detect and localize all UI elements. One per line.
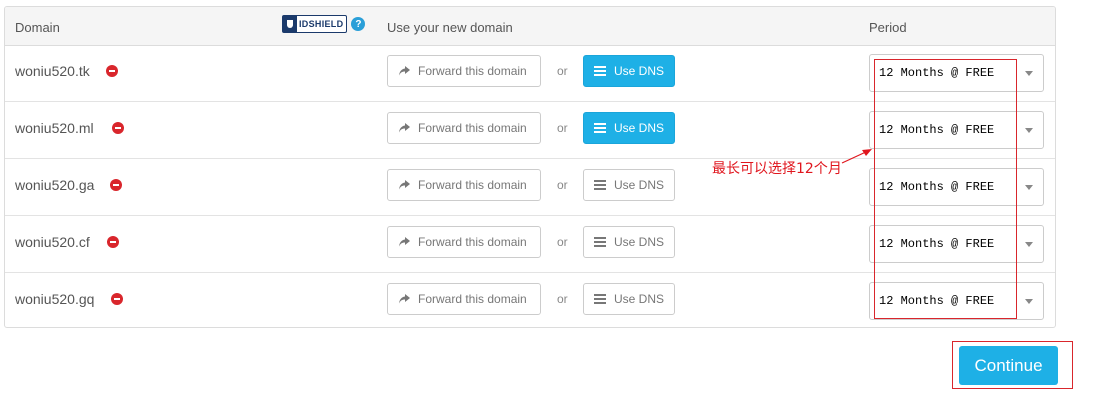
annotation-arrow bbox=[841, 149, 872, 164]
caret-down-icon bbox=[1025, 242, 1033, 247]
or-text: or bbox=[557, 64, 568, 78]
forward-label: Forward this domain bbox=[418, 235, 527, 249]
caret-down-icon bbox=[1025, 299, 1033, 304]
forward-domain-button[interactable]: Forward this domain bbox=[387, 55, 541, 87]
period-value: 12 Months @ FREE bbox=[879, 123, 995, 137]
use-dns-button[interactable]: Use DNS bbox=[583, 55, 675, 87]
remove-icon[interactable] bbox=[107, 236, 119, 248]
table-header: Domain IDSHIELD ? Use your new domain Pe… bbox=[5, 7, 1055, 46]
forward-label: Forward this domain bbox=[418, 178, 527, 192]
period-value: 12 Months @ FREE bbox=[879, 180, 995, 194]
use-dns-button[interactable]: Use DNS bbox=[583, 283, 675, 315]
use-dns-button[interactable]: Use DNS bbox=[583, 169, 675, 201]
period-select[interactable]: 12 Months @ FREE bbox=[869, 111, 1044, 149]
period-select[interactable]: 12 Months @ FREE bbox=[869, 225, 1044, 263]
forward-domain-button[interactable]: Forward this domain bbox=[387, 283, 541, 315]
period-value: 12 Months @ FREE bbox=[879, 294, 995, 308]
domain-name: woniu520.tk bbox=[15, 63, 90, 79]
share-arrow-icon bbox=[399, 237, 410, 247]
domain-name: woniu520.cf bbox=[15, 234, 90, 250]
forward-domain-button[interactable]: Forward this domain bbox=[387, 112, 541, 144]
share-arrow-icon bbox=[399, 66, 410, 76]
list-icon bbox=[594, 66, 606, 76]
use-dns-label: Use DNS bbox=[614, 64, 665, 78]
or-text: or bbox=[557, 178, 568, 192]
domain-name: woniu520.gq bbox=[15, 291, 95, 307]
domain-name: woniu520.ga bbox=[15, 177, 95, 193]
period-select[interactable]: 12 Months @ FREE bbox=[869, 282, 1044, 320]
share-arrow-icon bbox=[399, 294, 410, 304]
period-value: 12 Months @ FREE bbox=[879, 66, 995, 80]
list-icon bbox=[594, 180, 606, 190]
help-icon[interactable]: ? bbox=[351, 17, 366, 31]
idshield-badge[interactable]: IDSHIELD ? bbox=[282, 14, 366, 34]
forward-domain-button[interactable]: Forward this domain bbox=[387, 226, 541, 258]
table-row: woniu520.ml Forward this domain or Use D… bbox=[5, 102, 1055, 159]
domain-table: Domain IDSHIELD ? Use your new domain Pe… bbox=[4, 6, 1056, 328]
use-dns-label: Use DNS bbox=[614, 235, 665, 249]
table-row: woniu520.cf Forward this domain or Use D… bbox=[5, 216, 1055, 273]
list-icon bbox=[594, 237, 606, 247]
use-dns-button[interactable]: Use DNS bbox=[583, 112, 675, 144]
forward-label: Forward this domain bbox=[418, 64, 527, 78]
caret-down-icon bbox=[1025, 128, 1033, 133]
header-period: Period bbox=[869, 20, 907, 35]
table-row: woniu520.ga Forward this domain or Use D… bbox=[5, 159, 1055, 216]
header-domain: Domain bbox=[15, 20, 60, 35]
remove-icon[interactable] bbox=[110, 179, 122, 191]
remove-icon[interactable] bbox=[111, 293, 123, 305]
use-dns-label: Use DNS bbox=[614, 178, 665, 192]
remove-icon[interactable] bbox=[112, 122, 124, 134]
period-select[interactable]: 12 Months @ FREE bbox=[869, 168, 1044, 206]
share-arrow-icon bbox=[399, 180, 410, 190]
share-arrow-icon bbox=[399, 123, 410, 133]
remove-icon[interactable] bbox=[106, 65, 118, 77]
shield-icon bbox=[283, 16, 297, 32]
period-value: 12 Months @ FREE bbox=[879, 237, 995, 251]
forward-label: Forward this domain bbox=[418, 292, 527, 306]
use-dns-label: Use DNS bbox=[614, 121, 665, 135]
annotation-text: 最长可以选择12个月 bbox=[712, 161, 842, 177]
domain-name: woniu520.ml bbox=[15, 120, 94, 136]
use-dns-label: Use DNS bbox=[614, 292, 665, 306]
or-text: or bbox=[557, 292, 568, 306]
header-use-domain: Use your new domain bbox=[387, 20, 513, 35]
caret-down-icon bbox=[1025, 185, 1033, 190]
or-text: or bbox=[557, 121, 568, 135]
continue-button[interactable]: Continue bbox=[959, 346, 1058, 385]
caret-down-icon bbox=[1025, 71, 1033, 76]
or-text: or bbox=[557, 235, 568, 249]
period-select[interactable]: 12 Months @ FREE bbox=[869, 54, 1044, 92]
list-icon bbox=[594, 294, 606, 304]
table-row: woniu520.tk Forward this domain or Use D… bbox=[5, 45, 1055, 102]
list-icon bbox=[594, 123, 606, 133]
forward-domain-button[interactable]: Forward this domain bbox=[387, 169, 541, 201]
use-dns-button[interactable]: Use DNS bbox=[583, 226, 675, 258]
table-row: woniu520.gq Forward this domain or Use D… bbox=[5, 273, 1055, 327]
forward-label: Forward this domain bbox=[418, 121, 527, 135]
idshield-logo: IDSHIELD bbox=[282, 15, 348, 33]
